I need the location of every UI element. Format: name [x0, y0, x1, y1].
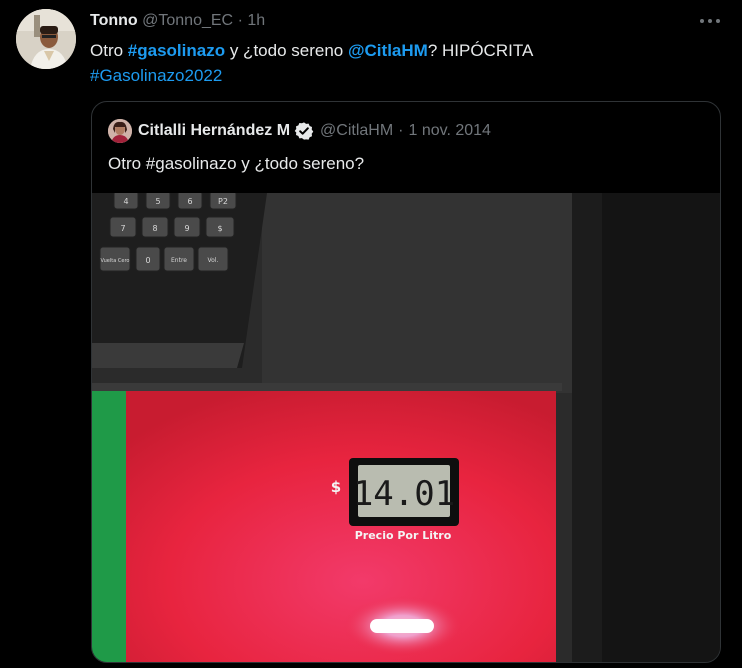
hashtag-link[interactable]: #gasolinazo — [128, 41, 225, 60]
key-label: 0 — [145, 256, 150, 265]
quoted-photo[interactable]: 4 5 6 P2 7 8 9 $ Vuelta Cero 0 Entre Vol… — [92, 193, 720, 662]
tweet-header: Tonno @Tonno_EC · 1h — [90, 11, 265, 31]
more-icon[interactable] — [700, 12, 720, 30]
hashtag-link[interactable]: #Gasolinazo2022 — [90, 66, 222, 85]
quoted-header: Citlalli Hernández M @CitlaHM · 1 nov. 2… — [138, 121, 491, 141]
author-handle[interactable]: @Tonno_EC — [142, 12, 233, 29]
tweet-text-part: Otro — [90, 41, 128, 60]
verified-badge-icon — [294, 122, 314, 140]
quoted-separator: · — [398, 122, 404, 139]
key-label: Vol. — [208, 257, 219, 264]
key-label: 5 — [155, 197, 160, 206]
key-label: 8 — [152, 224, 157, 233]
more-dot — [700, 19, 704, 23]
quoted-date: 1 nov. 2014 — [408, 122, 491, 139]
quoted-tweet[interactable]: Citlalli Hernández M @CitlaHM · 1 nov. 2… — [91, 101, 721, 663]
header-separator: · — [237, 12, 243, 29]
currency-symbol: $ — [331, 478, 341, 496]
more-dot — [708, 19, 712, 23]
quoted-author-avatar — [108, 119, 132, 143]
quoted-text: Otro #gasolinazo y ¿todo sereno? — [108, 154, 365, 173]
key-label: 6 — [187, 197, 192, 206]
quoted-author-name: Citlalli Hernández M — [138, 122, 291, 139]
tweet-time[interactable]: 1h — [247, 12, 265, 29]
tweet-text-part: y ¿todo sereno — [225, 41, 348, 60]
quoted-author-handle: @CitlaHM — [320, 122, 394, 139]
key-label: 9 — [184, 224, 189, 233]
price-label: Precio Por Litro — [355, 529, 452, 542]
key-label: Entre — [171, 257, 187, 264]
key-label: $ — [217, 224, 222, 233]
mention-link[interactable]: @CitlaHM — [348, 41, 428, 60]
tweet-text-part: ? HIPÓCRITA — [427, 41, 534, 60]
key-label: 7 — [120, 224, 125, 233]
author-name[interactable]: Tonno — [90, 12, 138, 29]
tweet[interactable]: Tonno @Tonno_EC · 1h Otro #gasolinazo y … — [0, 0, 742, 668]
quoted-avatar-photo — [108, 119, 132, 143]
key-label: P2 — [218, 197, 228, 206]
author-avatar[interactable] — [16, 9, 76, 69]
key-label: Vuelta Cero — [101, 258, 130, 264]
more-dot — [716, 19, 720, 23]
gas-pump-photo: 4 5 6 P2 7 8 9 $ Vuelta Cero 0 Entre Vol… — [92, 193, 720, 662]
tweet-text: Otro #gasolinazo y ¿todo sereno @CitlaHM… — [90, 38, 710, 88]
price-display: 14.01 — [353, 474, 455, 514]
avatar-photo — [16, 9, 76, 69]
key-label: 4 — [123, 197, 128, 206]
